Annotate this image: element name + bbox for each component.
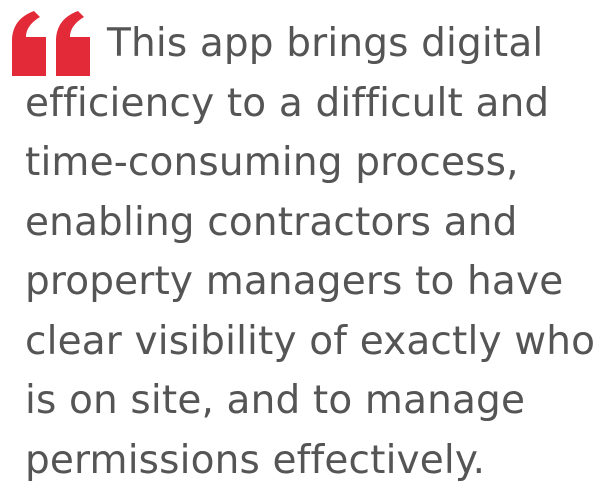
quote-text: This app brings digital efficiency to a … bbox=[25, 14, 614, 490]
quote-line: enabling contractors and bbox=[25, 199, 518, 245]
quote-line: clear visibility of exactly who bbox=[25, 318, 596, 364]
testimonial-quote: This app brings digital efficiency to a … bbox=[0, 0, 614, 503]
quote-line: property managers to have bbox=[25, 259, 564, 304]
quote-line: efficiency to a difficult and bbox=[25, 80, 550, 126]
quote-line: time-consuming process, bbox=[25, 140, 519, 185]
quote-line: is on site, and to manage bbox=[25, 378, 526, 423]
quote-line: permissions effectively. bbox=[25, 437, 486, 483]
quote-line: This app brings digital bbox=[107, 21, 544, 66]
